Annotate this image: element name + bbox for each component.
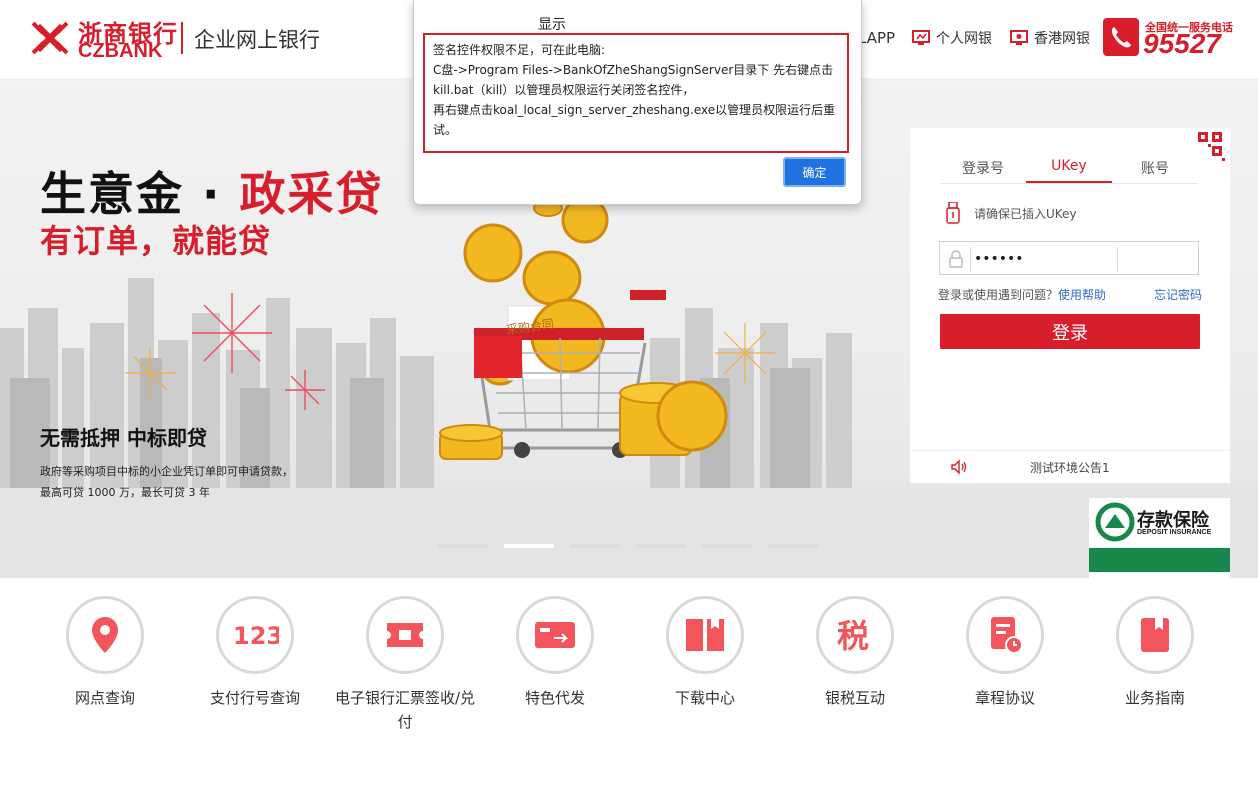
password-field-divider-right [1117,247,1118,271]
service-branch-query[interactable]: 网点查询 [30,596,180,710]
carousel-dots [438,544,818,548]
nav-app-link[interactable]: LAPP [858,29,895,47]
document-clock-icon [991,617,1023,654]
password-field-divider [970,247,971,271]
nav-hk-banking[interactable]: 香港网银 [1010,28,1090,48]
ticket-icon [387,623,423,647]
service-icon-circle: 123 [216,596,294,674]
quick-services: 网点查询 123 支付行号查询 电子银行汇票签收/兑付 特色代发 下载中心 税 … [30,596,1230,756]
portal-title: 企业网上银行 [194,28,320,52]
service-label: 章程协议 [974,689,1035,707]
service-icon-circle [1116,596,1194,674]
monitor-hk-icon [1010,30,1028,45]
service-business-guide[interactable]: 业务指南 [1080,596,1230,710]
bookmark-book-icon [1141,618,1169,652]
banner-title-main: 生意金 · [40,167,240,221]
service-payroll[interactable]: 特色代发 [480,596,630,710]
location-pin-icon [92,617,118,653]
service-icon-circle: 税 [816,596,894,674]
service-label: 网点查询 [74,689,135,707]
service-label: 下载中心 [674,689,735,707]
svg-text:税: 税 [837,617,869,655]
nav-personal-banking[interactable]: 个人网银 [912,28,992,48]
logo-divider [181,22,183,54]
dialog-title: 显示 [538,17,566,33]
carousel-dot[interactable] [438,544,488,548]
page: 浙商银行 CZBANK 企业网上银行 LAPP 个人网银 香港网银 全国统一服务… [0,0,1258,792]
tax-icon: 税 [837,617,869,655]
number-123-icon: 123 [233,622,279,650]
service-label: 特色代发 [524,689,585,707]
dialog-message: 签名控件权限不足，可在此电脑: C盘->Program Files->BankO… [423,33,849,153]
service-download-center[interactable]: 下载中心 [630,596,780,710]
banner-tagline: 无需抵押 中标即贷 [40,426,207,450]
nav-personal-label: 个人网银 [936,31,992,47]
banner-title: 生意金 · 政采贷 [40,158,384,224]
deposit-insurance-logo-icon [1095,502,1135,542]
usb-key-icon [946,202,960,224]
help-row: 登录或使用遇到问题？使用帮助 [938,286,1106,303]
tab-ukey[interactable]: UKey [1026,150,1112,183]
login-tabs: 登录号 UKey 账号 [940,150,1198,184]
help-question-text: 登录或使用遇到问题？ [938,288,1059,302]
carousel-dot[interactable] [768,544,818,548]
service-bank-tax[interactable]: 税 银税互动 [780,596,930,710]
service-icon-circle [666,596,744,674]
alert-dialog: 显示 签名控件权限不足，可在此电脑: C盘->Program Files->Ba… [413,0,862,205]
service-icon-circle [366,596,444,674]
carousel-dot[interactable] [702,544,752,548]
carousel-dot[interactable] [570,544,620,548]
ukey-hint-row: 请确保已插入UKey [946,202,1077,224]
service-e-draft[interactable]: 电子银行汇票签收/兑付 [330,596,480,734]
service-icon-circle [516,596,594,674]
tab-login-id[interactable]: 登录号 [940,150,1026,183]
service-label: 电子银行汇票签收/兑付 [334,689,476,731]
service-label: 业务指南 [1124,689,1185,707]
dialog-message-line: 签名控件权限不足，可在此电脑: [433,43,606,57]
svg-text:123: 123 [233,622,279,650]
dialog-message-line: 再右键点击koal_local_sign_server_zheshang.exe… [433,103,836,137]
logo-en-text: CZBANK [78,40,163,62]
forgot-password-link[interactable]: 忘记密码 [1154,286,1202,303]
service-icon-circle [966,596,1044,674]
dialog-message-line: C盘->Program Files->BankOfZheShangSignSer… [433,63,834,97]
password-input[interactable] [974,248,1114,270]
book-download-icon [686,619,724,651]
tab-account[interactable]: 账号 [1112,150,1198,183]
banner-description: 政府等采购项目中标的小企业凭订单即可申请贷款，最高可贷 1000 万，最长可贷 … [40,465,293,499]
login-button[interactable]: 登录 [940,314,1200,349]
help-link[interactable]: 使用帮助 [1058,288,1106,302]
hotline-number: 95527 [1143,28,1221,59]
speaker-icon [951,459,967,475]
deposit-insurance-bar [1089,548,1230,572]
banner-subtitle: 有订单，就能贷 [40,222,272,260]
ukey-hint-text: 请确保已插入UKey [974,206,1077,221]
monitor-icon [912,30,930,45]
deposit-insurance-badge[interactable]: 存款保险 DEPOSIT INSURANCE [1089,498,1230,578]
service-bank-code-query[interactable]: 123 支付行号查询 [180,596,330,710]
password-field[interactable] [939,241,1199,275]
nav-hk-label: 香港网银 [1034,31,1090,47]
shopping-cart-coins-illustration [439,196,728,460]
service-label: 银税互动 [824,689,885,707]
dialog-ok-button[interactable]: 确定 [783,157,846,187]
service-icon-circle [66,596,144,674]
service-label: 支付行号查询 [209,689,300,707]
lock-icon [949,250,963,268]
phone-icon [1103,18,1139,56]
banner-title-highlight: 政采贷 [239,167,384,221]
carousel-dot-active[interactable] [504,544,554,548]
login-panel: 登录号 UKey 账号 请确保已插入UKey 登录或使用遇到问题？使用帮助 忘记 [910,128,1230,483]
service-agreements[interactable]: 章程协议 [930,596,1080,710]
notice-text: 测试环境公告1 [1030,460,1110,475]
notice-bar[interactable]: 测试环境公告1 [910,450,1230,483]
czbank-logo-icon[interactable] [28,18,72,58]
deposit-insurance-en: DEPOSIT INSURANCE [1137,529,1212,536]
card-transfer-icon [535,622,575,648]
carousel-dot[interactable] [636,544,686,548]
